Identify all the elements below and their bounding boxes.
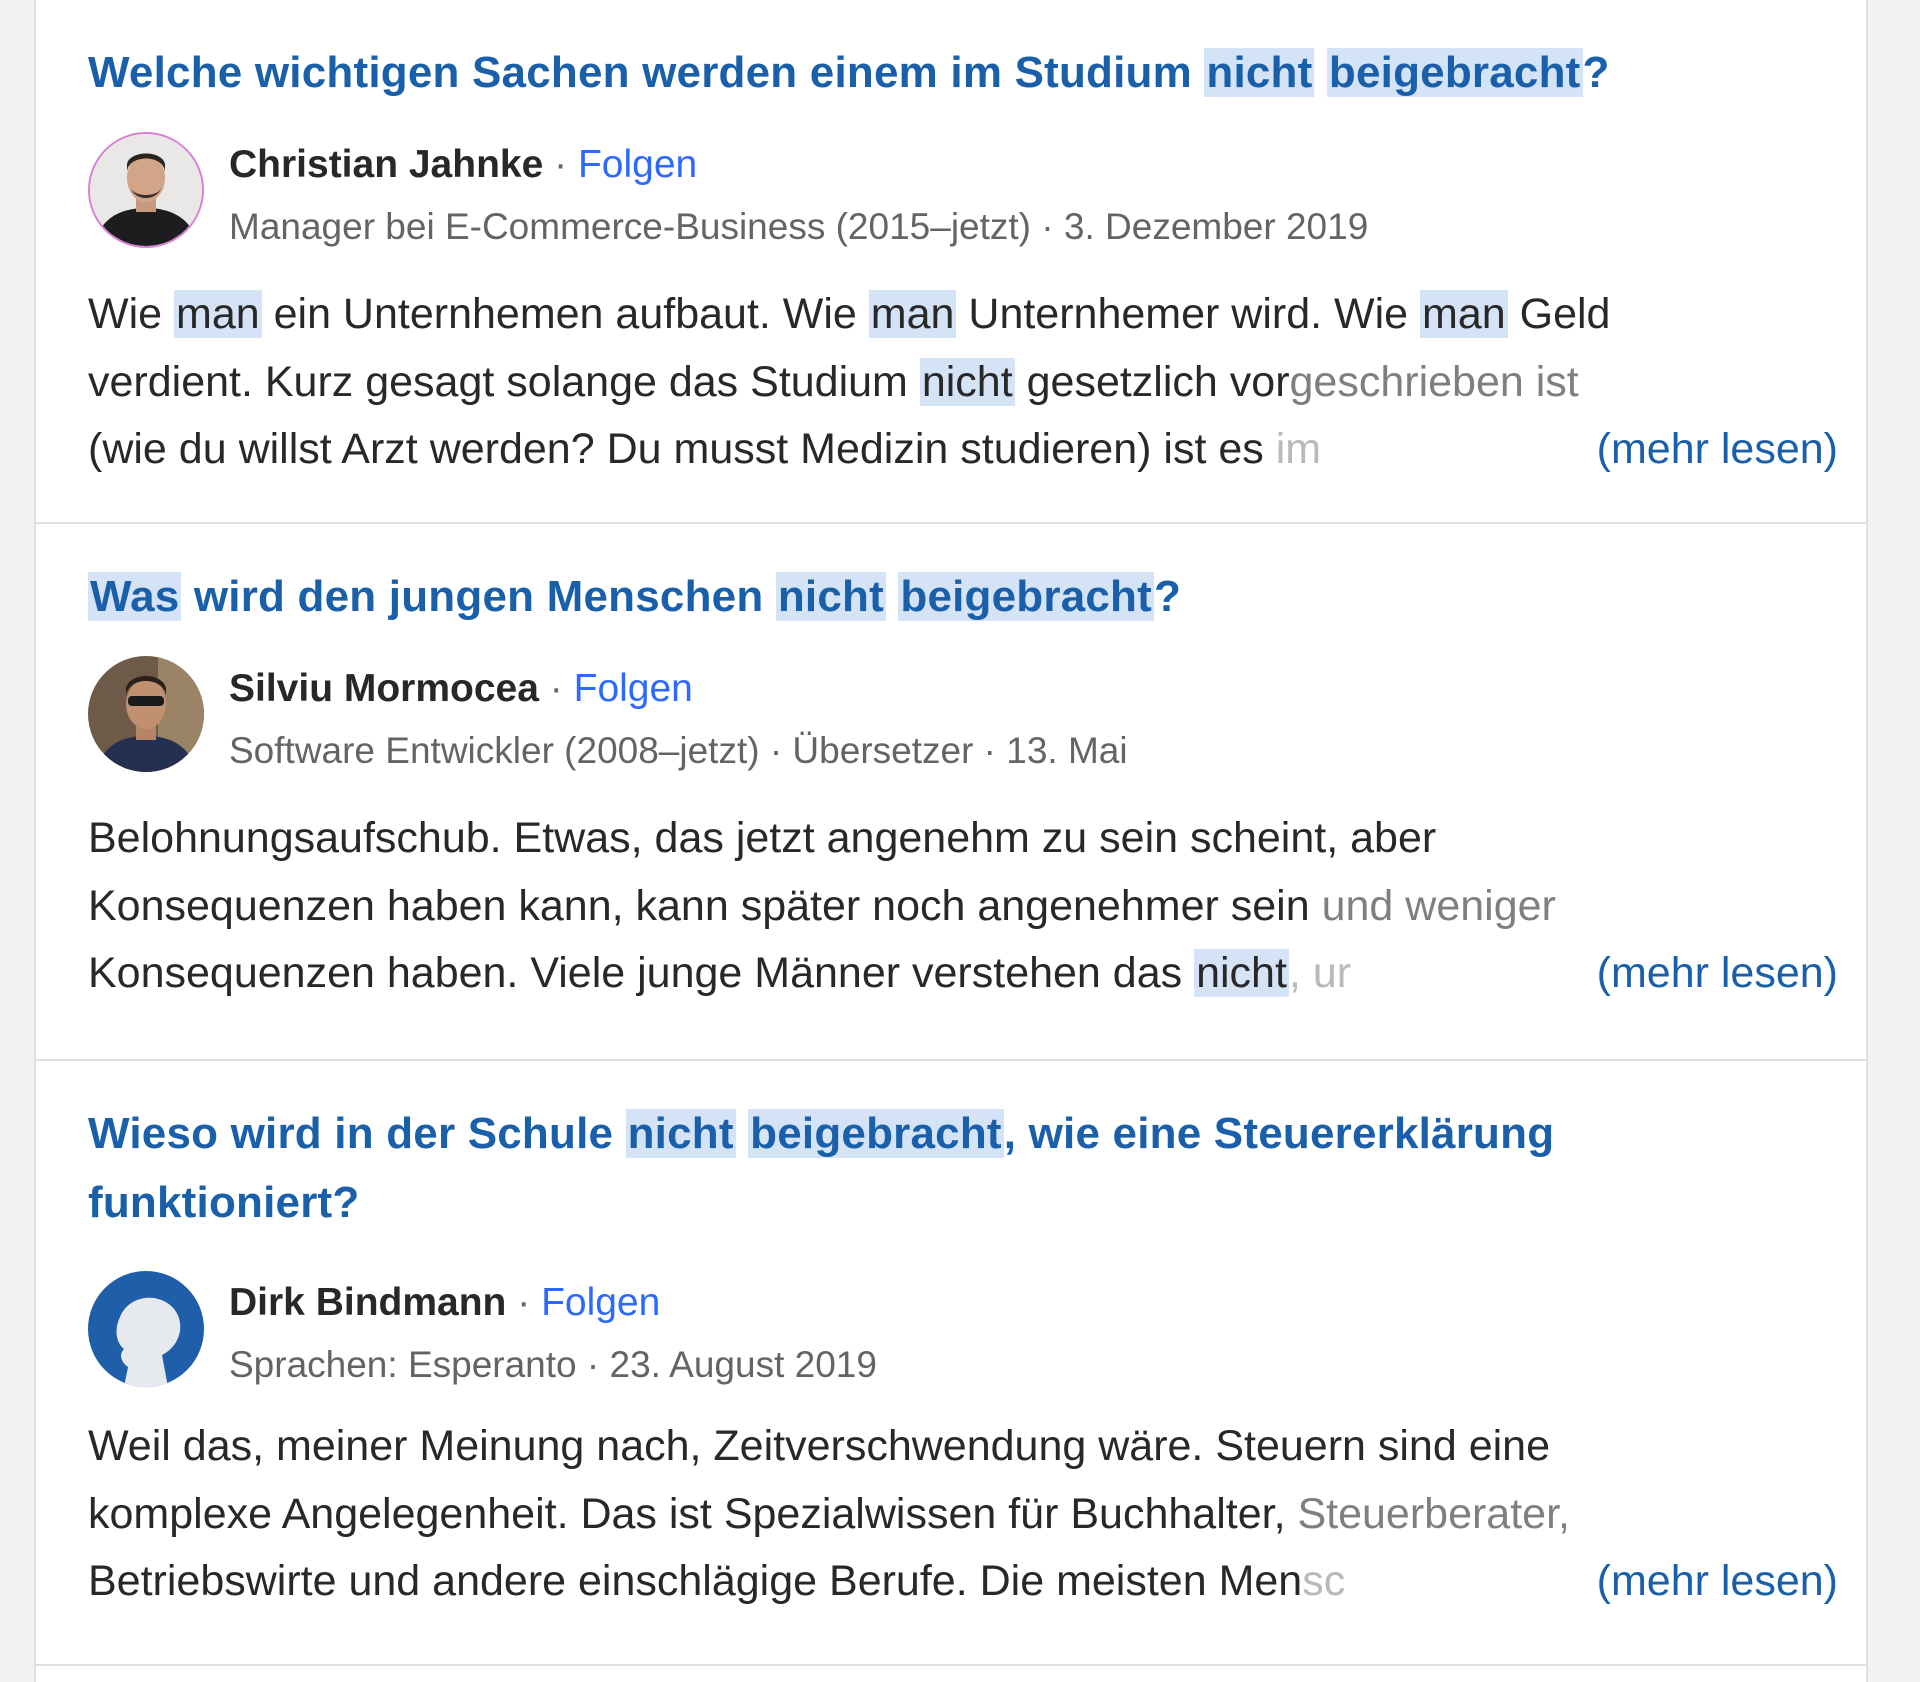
answer-snippet[interactable]: Wie man ein Unternhemen aufbaut. Wie man… [88,281,1838,484]
title-text: wird den jungen Menschen [181,572,776,621]
author-name[interactable]: Christian Jahnke [229,143,543,186]
default-user-icon [88,1271,204,1387]
search-highlight: nicht [775,572,886,621]
answer-card: Welche wichtigen Sachen werden einem im … [36,0,1866,524]
faded-text: Steuerberater, [1297,1489,1570,1538]
answer-snippet[interactable]: Weil das, meiner Meinung nach, Zeitversc… [88,1413,1838,1616]
text: Geld [1507,290,1611,338]
title-text: ? [1582,48,1610,97]
follow-button[interactable]: Folgen [574,667,693,710]
person-avatar-icon [90,134,202,246]
faded-text: im [1275,425,1322,473]
title-text [886,572,898,621]
title-text: funktioniert? [88,1178,360,1227]
read-more-link[interactable]: (mehr lesen) [1582,940,1838,1008]
text: komplexe Angelegenheit. Das ist Spezialw… [88,1489,1298,1538]
text: gesetzlich vor [1014,357,1290,406]
text: ein Unternhemen aufbaut. Wie [261,290,869,338]
search-highlight: nicht [1194,949,1289,997]
author-line: Silviu Mormocea · Folgen [229,665,693,713]
question-title-link[interactable]: Wieso wird in der Schule nicht beigebrac… [88,1099,1826,1237]
search-highlight: man [1420,290,1508,338]
search-highlight: man [868,290,957,338]
search-highlight: nicht [919,357,1015,406]
text: Weil das, meiner Meinung nach, Zeitversc… [88,1422,1550,1470]
follow-button[interactable]: Folgen [541,1281,660,1324]
search-highlight: man [174,290,262,338]
text: verdient. Kurz gesagt solange das Studiu… [88,357,920,406]
avatar[interactable] [88,656,204,772]
title-text: , wie eine Steuererklärung [1003,1109,1555,1158]
answer-snippet[interactable]: Belohnungsaufschub. Etwas, das jetzt ang… [88,805,1838,1008]
title-text: Welche wichtigen Sachen werden einem im … [88,48,1205,97]
title-text: ? [1153,572,1182,621]
author-credential: Manager bei E-Commerce-Business (2015–je… [229,206,1369,247]
author-credential: Sprachen: Esperanto · 23. August 2019 [229,1344,877,1385]
separator-dot: · [549,667,563,710]
read-more-link[interactable]: (mehr lesen) [1582,416,1838,484]
author-line: Christian Jahnke · Folgen [229,141,697,189]
answer-feed: Welche wichtigen Sachen werden einem im … [34,0,1868,1682]
faded-text: , ur [1288,949,1352,997]
search-highlight: beigebracht [748,1109,1004,1158]
separator-dot: · [517,1281,531,1324]
avatar[interactable] [88,132,204,248]
faded-text: sc [1302,1557,1346,1605]
text: Konsequenzen haben. Viele junge Männer v… [88,949,1195,997]
title-text [1314,48,1326,97]
faded-text: geschrieben ist [1289,357,1579,406]
title-text: Wieso wird in der Schule [88,1109,626,1158]
answer-card: Wieso wird in der Schule nicht beigebrac… [36,1061,1866,1666]
search-highlight: beigebracht [1326,48,1583,97]
snippet-line: Konsequenzen haben. Viele junge Männer v… [88,940,1838,1008]
search-highlight: nicht [1204,48,1315,97]
separator-dot: · [554,143,568,186]
avatar[interactable] [88,1271,204,1387]
snippet-line: Belohnungsaufschub. Etwas, das jetzt ang… [88,805,1838,873]
person-avatar-icon [88,656,204,772]
author-line: Dirk Bindmann · Folgen [229,1279,660,1327]
question-title-link[interactable]: Welche wichtigen Sachen werden einem im … [88,38,1826,107]
title-text [736,1109,748,1158]
faded-text: und weniger [1321,881,1556,930]
author-name[interactable]: Dirk Bindmann [229,1281,506,1324]
follow-button[interactable]: Folgen [578,143,697,186]
text: Betriebswirte und andere einschlägige Be… [88,1557,1303,1605]
snippet-line: verdient. Kurz gesagt solange das Studiu… [88,349,1838,417]
search-highlight: Was [88,572,182,621]
snippet-line: komplexe Angelegenheit. Das ist Spezialw… [88,1481,1838,1549]
snippet-line: Betriebswirte und andere einschlägige Be… [88,1548,1838,1616]
answer-card: Was wird den jungen Menschen nicht beige… [36,524,1866,1061]
text: Wie [88,290,174,338]
question-title-link[interactable]: Was wird den jungen Menschen nicht beige… [88,562,1826,631]
text: Unternhemer wird. Wie [956,290,1421,338]
author-credential: Software Entwickler (2008–jetzt) · Übers… [229,730,1128,771]
read-more-link[interactable]: (mehr lesen) [1582,1548,1838,1616]
snippet-line: (wie du willst Arzt werden? Du musst Med… [88,416,1838,484]
snippet-line: Wie man ein Unternhemen aufbaut. Wie man… [88,281,1838,349]
snippet-line: Weil das, meiner Meinung nach, Zeitversc… [88,1413,1838,1481]
search-highlight: beigebracht [898,572,1154,621]
text: Konsequenzen haben kann, kann später noc… [88,881,1322,930]
search-highlight: nicht [625,1109,736,1158]
author-name[interactable]: Silviu Mormocea [229,667,539,710]
text: Belohnungsaufschub. Etwas, das jetzt ang… [88,814,1437,862]
snippet-line: Konsequenzen haben kann, kann später noc… [88,873,1838,941]
text: (wie du willst Arzt werden? Du musst Med… [88,425,1276,473]
